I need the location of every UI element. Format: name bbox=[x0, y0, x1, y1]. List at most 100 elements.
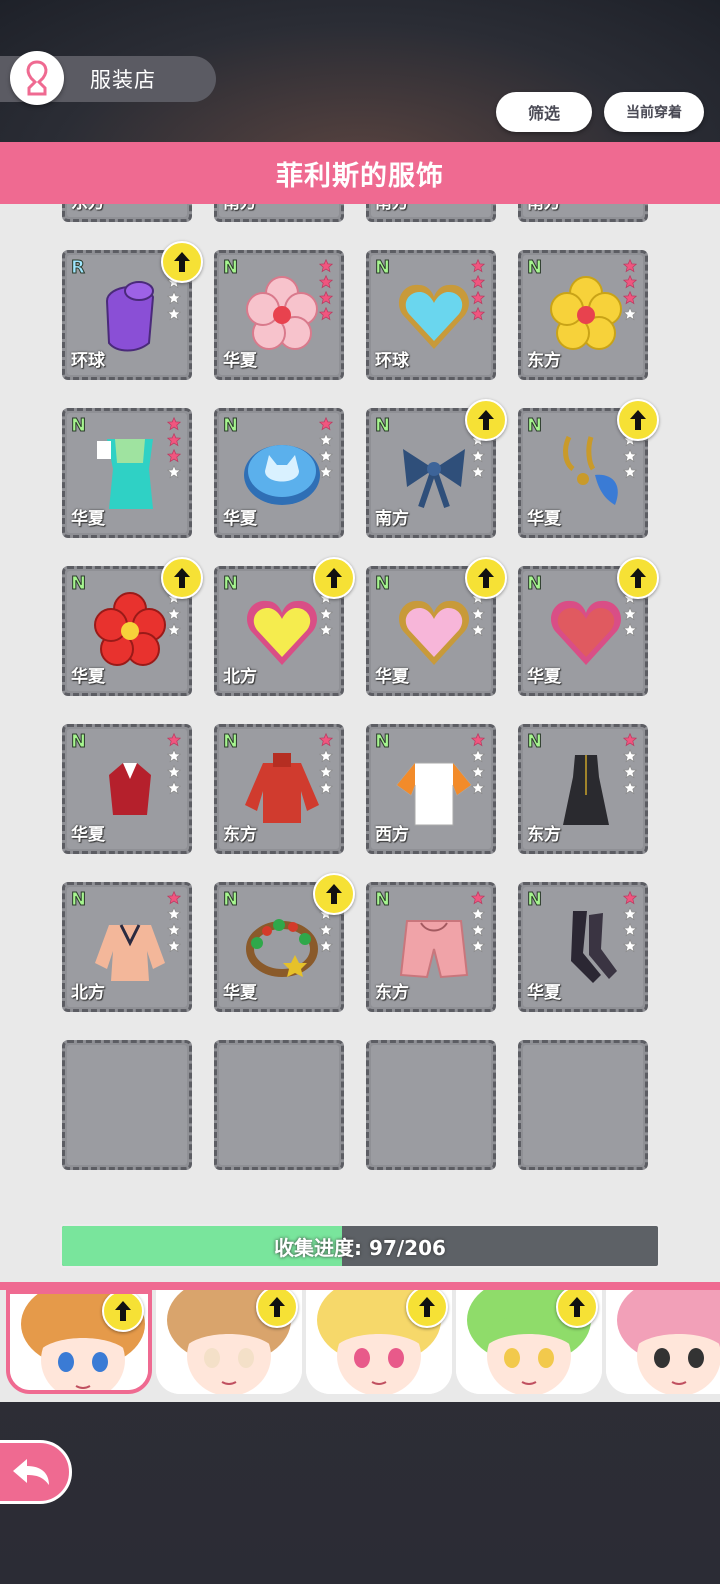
character-selector bbox=[0, 1282, 720, 1402]
upgrade-arrow-icon bbox=[313, 557, 355, 599]
upgrade-arrow-icon bbox=[102, 1294, 144, 1332]
blue-bow-icon bbox=[403, 449, 465, 508]
origin-label: 东方 bbox=[527, 351, 561, 371]
item-card-peek[interactable] bbox=[62, 1040, 192, 1170]
rarity-label: N bbox=[526, 889, 543, 911]
red-sweater-icon bbox=[245, 753, 319, 823]
rarity-label: N bbox=[70, 889, 87, 911]
back-button[interactable] bbox=[0, 1440, 72, 1504]
black-dress-icon bbox=[563, 755, 609, 825]
pink-shorts-icon bbox=[399, 920, 469, 979]
origin-label: 南方 bbox=[223, 204, 257, 213]
item-card[interactable]: N 华夏 bbox=[214, 250, 344, 380]
rarity-label: N bbox=[222, 731, 239, 753]
shop-title: 服装店 bbox=[90, 68, 156, 92]
origin-label: 南方 bbox=[375, 509, 409, 529]
star-rating bbox=[471, 259, 487, 323]
rarity-label: N bbox=[374, 573, 391, 595]
star-rating bbox=[471, 733, 487, 797]
item-card[interactable]: N 华夏 bbox=[214, 873, 355, 1012]
item-card[interactable]: N 华夏 bbox=[62, 408, 192, 538]
character-orange-hair-girl[interactable] bbox=[6, 1290, 152, 1394]
item-card[interactable]: N 环球 bbox=[366, 250, 496, 380]
card-background bbox=[219, 1045, 339, 1165]
sailor-blouse-icon bbox=[95, 924, 165, 981]
bead-bracelet-icon bbox=[246, 919, 318, 977]
character-light-brown-hair-girl[interactable] bbox=[156, 1290, 302, 1394]
raglan-tee-icon bbox=[396, 762, 472, 826]
item-card[interactable]: N 华夏 bbox=[518, 399, 659, 538]
rarity-label: R bbox=[71, 257, 86, 279]
filter-button[interactable]: 筛选 bbox=[496, 92, 592, 132]
item-card[interactable]: N 东方 bbox=[366, 882, 496, 1012]
sport-outfit-icon bbox=[97, 439, 153, 509]
origin-label: 华夏 bbox=[527, 509, 561, 529]
item-card-peek[interactable] bbox=[214, 1040, 344, 1170]
origin-label: 华夏 bbox=[71, 667, 105, 687]
character-pink-hair-girl[interactable] bbox=[606, 1290, 720, 1394]
pink-flower-icon bbox=[246, 276, 318, 350]
upgrade-arrow-icon bbox=[313, 873, 355, 915]
origin-label: 华夏 bbox=[375, 667, 409, 687]
star-rating bbox=[623, 891, 639, 955]
origin-label: 北方 bbox=[71, 983, 105, 1003]
rarity-label: N bbox=[222, 889, 239, 911]
progress-label: 收集进度: 97/206 bbox=[274, 1235, 446, 1260]
rarity-label: N bbox=[374, 415, 391, 437]
item-card[interactable]: N 西方 bbox=[366, 724, 496, 854]
origin-label: 东方 bbox=[71, 204, 105, 213]
upgrade-arrow-icon bbox=[465, 557, 507, 599]
current-outfit-button[interactable]: 当前穿着 bbox=[604, 92, 704, 132]
item-card[interactable]: R南方 bbox=[366, 204, 496, 222]
origin-label: 东方 bbox=[527, 825, 561, 845]
star-rating bbox=[319, 417, 335, 481]
item-card-peek[interactable] bbox=[518, 1040, 648, 1170]
item-card[interactable]: N 华夏 bbox=[62, 724, 192, 854]
origin-label: 西方 bbox=[375, 825, 409, 845]
pink-heart-icon bbox=[398, 600, 470, 665]
item-card[interactable]: N 华夏 bbox=[62, 557, 203, 696]
red-heart-icon bbox=[550, 600, 622, 665]
collection-progress: 收集进度: 97/206 bbox=[60, 1224, 660, 1268]
rarity-label: N bbox=[70, 573, 87, 595]
item-card[interactable]: R南方 bbox=[214, 204, 344, 222]
rarity-label: N bbox=[70, 415, 87, 437]
item-card-peek[interactable] bbox=[366, 1040, 496, 1170]
star-rating bbox=[471, 891, 487, 955]
upgrade-arrow-icon bbox=[617, 557, 659, 599]
item-card[interactable]: N 北方 bbox=[62, 882, 192, 1012]
black-tights-icon bbox=[571, 911, 617, 983]
item-card[interactable]: N 华夏 bbox=[366, 557, 507, 696]
back-arrow-icon bbox=[13, 1459, 49, 1485]
item-card[interactable]: N 华夏 bbox=[214, 408, 344, 538]
character-green-hair-girl[interactable] bbox=[456, 1290, 602, 1394]
origin-label: 东方 bbox=[223, 825, 257, 845]
character-blonde-cap-girl[interactable] bbox=[306, 1290, 452, 1394]
rarity-label: N bbox=[222, 415, 239, 437]
item-card[interactable]: N 南方 bbox=[366, 399, 507, 538]
item-card[interactable]: R 环球 bbox=[62, 241, 203, 380]
item-card[interactable]: R南方 bbox=[518, 204, 648, 222]
upgrade-arrow-icon bbox=[161, 557, 203, 599]
rarity-label: N bbox=[526, 573, 543, 595]
character-portrait bbox=[606, 1290, 720, 1394]
item-card[interactable]: N 东方 bbox=[518, 250, 648, 380]
wardrobe-panel[interactable]: R东方R南方R南方R南方R环球N华夏N环球N东方N华夏N华夏N南方N华夏N华夏N… bbox=[0, 204, 720, 1282]
item-card[interactable]: R东方 bbox=[62, 204, 192, 222]
rarity-label: N bbox=[222, 257, 239, 279]
red-top-icon bbox=[109, 763, 151, 815]
rarity-label: N bbox=[526, 257, 543, 279]
item-card[interactable]: N 华夏 bbox=[518, 882, 648, 1012]
origin-label: 华夏 bbox=[223, 509, 257, 529]
shop-logo-icon bbox=[10, 51, 64, 105]
card-background bbox=[523, 1045, 643, 1165]
origin-label: 环球 bbox=[375, 351, 409, 371]
star-rating bbox=[167, 733, 183, 797]
item-card[interactable]: N 东方 bbox=[214, 724, 344, 854]
rarity-label: N bbox=[374, 257, 391, 279]
origin-label: 华夏 bbox=[527, 983, 561, 1003]
star-rating bbox=[623, 733, 639, 797]
item-card[interactable]: N 北方 bbox=[214, 557, 355, 696]
item-card[interactable]: N 华夏 bbox=[518, 557, 659, 696]
item-card[interactable]: N 东方 bbox=[518, 724, 648, 854]
